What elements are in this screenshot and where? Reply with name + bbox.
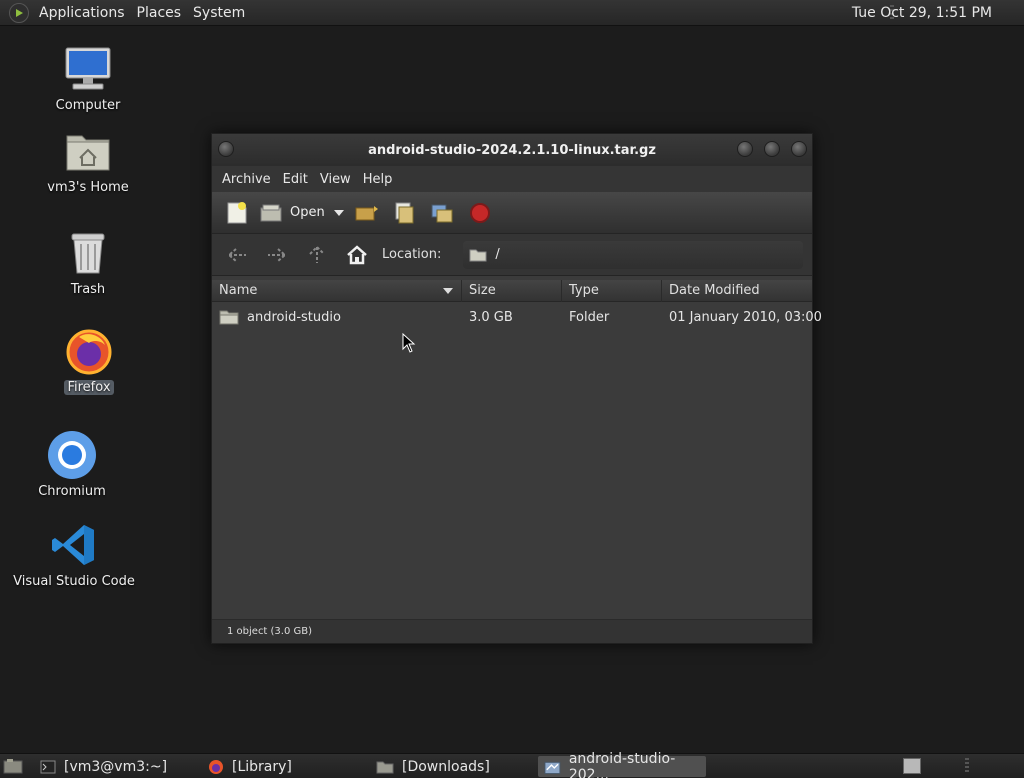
location-field[interactable]: / (463, 240, 804, 269)
show-desktop-button[interactable] (2, 757, 24, 775)
location-bar: Location: / (212, 234, 812, 276)
clock[interactable]: Tue Oct 29, 1:51 PM (852, 0, 992, 26)
chromium-icon (47, 430, 97, 480)
vscode-icon (49, 520, 99, 570)
taskbar-item-downloads[interactable]: [Downloads] (370, 756, 538, 777)
taskbar-item-terminal[interactable]: [vm3@vm3:~] (34, 756, 202, 777)
forward-arrow-icon (268, 247, 287, 262)
table-row[interactable]: android-studio 3.0 GB Folder 01 January … (212, 302, 822, 332)
up-button[interactable] (302, 240, 332, 270)
column-header-size[interactable]: Size (462, 280, 562, 302)
open-button-label: Open (290, 205, 325, 220)
file-size: 3.0 GB (469, 309, 513, 325)
home-icon (347, 244, 367, 264)
new-archive-icon (227, 201, 247, 223)
folder-icon (376, 761, 394, 773)
desktop-icon-label: vm3's Home (47, 180, 129, 195)
workspace-switcher[interactable] (903, 758, 921, 774)
file-list[interactable]: Name Size Type Date Modified android-stu… (212, 280, 822, 620)
status-bar: 1 object (3.0 GB) (212, 619, 812, 643)
forward-button[interactable] (262, 240, 292, 270)
desktop-icon-label: Firefox (64, 380, 114, 395)
home-button[interactable] (342, 240, 372, 270)
window-titlebar[interactable]: android-studio-2024.2.1.10-linux.tar.gz (212, 134, 812, 166)
archive-manager-window: android-studio-2024.2.1.10-linux.tar.gz … (211, 133, 822, 644)
minimize-button[interactable] (737, 141, 753, 157)
open-archive-icon (260, 204, 282, 221)
add-folder-button[interactable] (427, 198, 457, 228)
folder-icon (219, 310, 239, 325)
sort-descending-icon (443, 288, 453, 294)
close-button[interactable] (791, 141, 807, 157)
column-header-name[interactable]: Name (212, 280, 462, 302)
places-menu[interactable]: Places (131, 0, 188, 26)
menubar: Archive Edit View Help (212, 166, 812, 192)
desktop-icon-firefox[interactable]: Firefox (24, 326, 154, 395)
show-desktop-icon (3, 759, 23, 774)
desktop-icon-label: Visual Studio Code (13, 574, 135, 589)
applications-menu[interactable]: Applications (33, 0, 131, 26)
list-header: Name Size Type Date Modified (212, 280, 812, 302)
column-header-date-modified[interactable]: Date Modified (662, 280, 812, 302)
trash-icon (63, 228, 113, 278)
file-date-modified: 01 January 2010, 03:00 (669, 309, 822, 325)
folder-icon (469, 249, 487, 261)
add-files-icon (395, 202, 414, 223)
desktop-icon-computer[interactable]: Computer (23, 44, 153, 113)
bottom-panel: [vm3@vm3:~] [Library] [Downloads] androi… (0, 751, 1024, 778)
back-button[interactable] (222, 240, 252, 270)
status-text: 1 object (3.0 GB) (227, 626, 313, 637)
up-arrow-icon (309, 245, 325, 263)
home-folder-icon (63, 126, 113, 176)
location-path: / (495, 247, 500, 262)
desktop-icon-vscode[interactable]: Visual Studio Code (9, 520, 139, 589)
firefox-icon (209, 759, 223, 774)
computer-icon (63, 44, 113, 94)
desktop-icon-label: Chromium (38, 484, 106, 499)
toolbar: Open (212, 192, 812, 234)
gnome-foot-icon[interactable] (9, 2, 29, 23)
window-menu-button[interactable] (218, 141, 234, 157)
location-label: Location: (382, 247, 442, 262)
extract-button[interactable] (351, 198, 381, 228)
chevron-down-icon (333, 209, 344, 216)
add-folder-icon (431, 204, 453, 222)
desktop-icon-chromium[interactable]: Chromium (7, 430, 137, 499)
panel-handle (965, 758, 969, 774)
menu-view[interactable]: View (314, 172, 357, 187)
new-archive-button[interactable] (222, 198, 252, 228)
open-button[interactable]: Open (260, 198, 345, 228)
column-header-type[interactable]: Type (562, 280, 662, 302)
stop-icon (469, 202, 490, 223)
desktop-icon-label: Computer (55, 98, 121, 113)
maximize-button[interactable] (764, 141, 780, 157)
archive-icon (544, 761, 561, 774)
menu-edit[interactable]: Edit (277, 172, 314, 187)
terminal-icon (40, 760, 56, 773)
menu-help[interactable]: Help (357, 172, 399, 187)
desktop-icon-label: Trash (70, 282, 106, 297)
mouse-cursor-icon (402, 333, 416, 353)
add-files-button[interactable] (389, 198, 419, 228)
desktop-icon-trash[interactable]: Trash (23, 228, 153, 297)
back-arrow-icon (227, 247, 246, 262)
top-panel: Applications Places System Tue Oct 29, 1… (0, 0, 1024, 26)
file-name: android-studio (247, 309, 341, 325)
extract-icon (355, 205, 378, 220)
menu-archive[interactable]: Archive (216, 172, 277, 187)
file-type: Folder (569, 309, 610, 325)
taskbar-item-library[interactable]: [Library] (202, 756, 370, 777)
window-title: android-studio-2024.2.1.10-linux.tar.gz (368, 142, 656, 158)
taskbar-item-archive-manager[interactable]: android-studio-202... (538, 751, 706, 778)
stop-button[interactable] (465, 198, 495, 228)
system-menu[interactable]: System (187, 0, 251, 26)
desktop-icon-home[interactable]: vm3's Home (23, 126, 153, 195)
firefox-icon (64, 326, 114, 376)
